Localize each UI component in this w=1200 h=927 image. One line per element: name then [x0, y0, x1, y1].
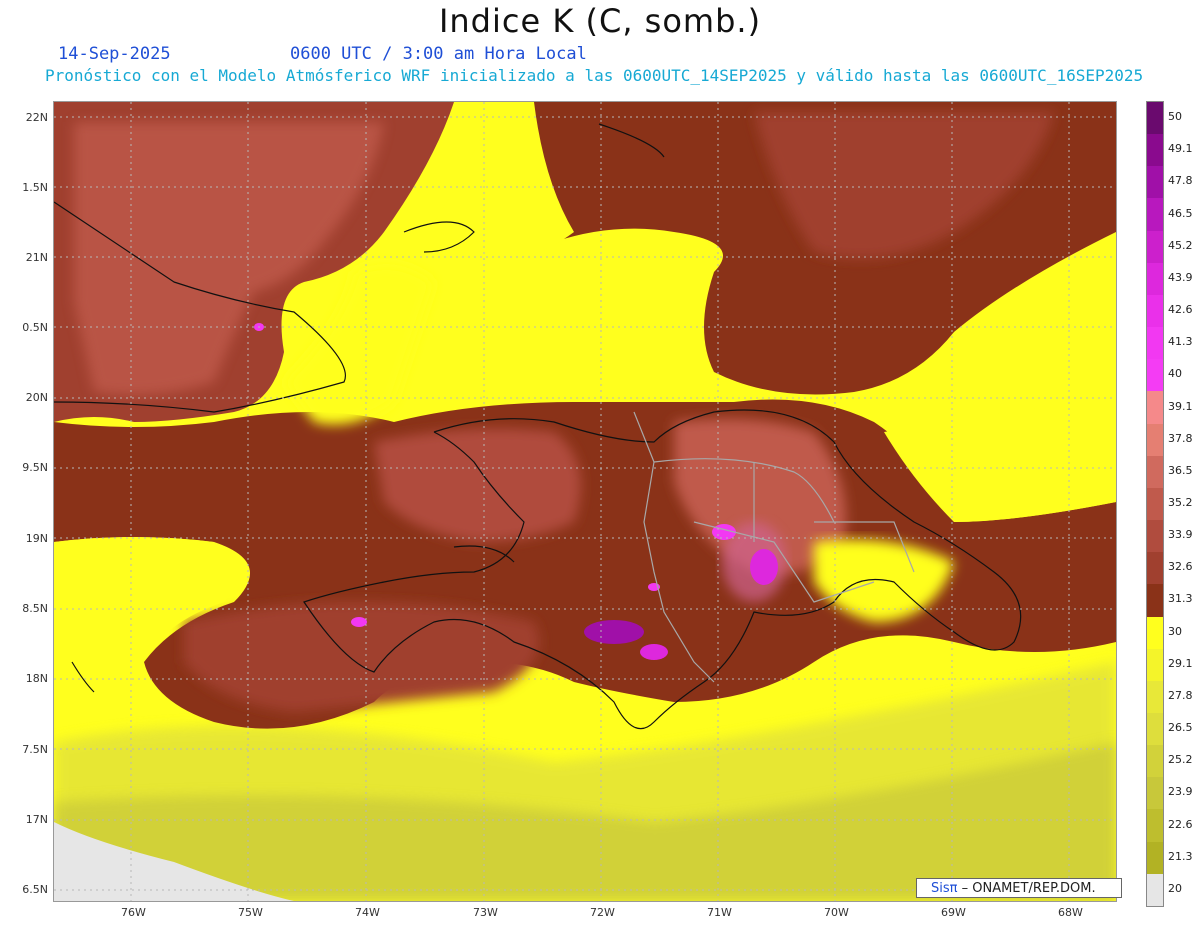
colorbar-swatch [1147, 134, 1163, 167]
colorbar-label: 21.3 [1168, 849, 1193, 863]
colorbar-swatch [1147, 294, 1163, 328]
colorbar-label: 47.8 [1168, 174, 1193, 188]
colorbar-swatch [1147, 262, 1163, 295]
credit-text: – ONAMET/REP.DOM. [961, 881, 1096, 896]
lon-label: 74W [355, 906, 380, 919]
sispi-logo: Sisπ [931, 881, 958, 896]
lat-label: 9.5N [22, 461, 48, 474]
colorbar-label: 20 [1168, 881, 1182, 895]
colorbar-label: 25.2 [1168, 753, 1193, 767]
colorbar-swatch [1147, 680, 1163, 713]
lon-label: 71W [707, 906, 732, 919]
forecast-date: 14-Sep-2025 [58, 44, 171, 64]
colorbar-label: 46.5 [1168, 206, 1193, 220]
colorbar-label: 32.6 [1168, 560, 1193, 574]
colorbar [1146, 101, 1164, 907]
colorbar-swatch [1147, 616, 1163, 649]
lat-label: 8.5N [22, 602, 48, 615]
forecast-time: 0600 UTC / 3:00 am Hora Local [290, 44, 587, 64]
lat-label: 17N [25, 813, 48, 826]
colorbar-label: 41.3 [1168, 335, 1193, 349]
colorbar-swatch [1147, 166, 1163, 199]
lat-label: 18N [25, 672, 48, 685]
colorbar-label: 30 [1168, 624, 1182, 638]
lat-label: 19N [25, 532, 48, 545]
colorbar-label: 22.6 [1168, 817, 1193, 831]
colorbar-swatch [1147, 552, 1163, 585]
colorbar-label: 31.3 [1168, 592, 1193, 606]
colorbar-swatch [1147, 230, 1163, 263]
colorbar-label: 35.2 [1168, 496, 1193, 509]
lon-label: 70W [824, 906, 849, 919]
lat-label: 1.5N [22, 181, 48, 194]
colorbar-swatch [1147, 809, 1163, 842]
colorbar-swatch [1147, 745, 1163, 778]
hotspot-cordillera-central [750, 549, 778, 585]
colorbar-swatch [1147, 487, 1163, 521]
colorbar-swatch [1147, 648, 1163, 681]
colorbar-label: 29.1 [1168, 656, 1193, 670]
colorbar-swatch [1147, 359, 1163, 392]
colorbar-label: 33.9 [1168, 528, 1193, 542]
lon-label: 69W [941, 906, 966, 919]
lat-label: 0.5N [22, 321, 48, 334]
colorbar-swatch [1147, 873, 1163, 906]
lat-label: 7.5N [22, 743, 48, 756]
colorbar-label: 40 [1168, 367, 1182, 381]
lat-label: 22N [25, 111, 48, 124]
colorbar-swatch [1147, 584, 1163, 617]
colorbar-label: 45.2 [1168, 238, 1193, 252]
colorbar-swatch [1147, 327, 1163, 360]
lat-label: 6.5N [22, 883, 48, 896]
colorbar-swatch [1147, 841, 1163, 874]
k-index-field [54, 102, 1116, 901]
map-area [53, 101, 1117, 902]
lon-label: 72W [590, 906, 615, 919]
colorbar-label: 43.9 [1168, 270, 1193, 284]
colorbar-label: 36.5 [1168, 463, 1193, 477]
colorbar-swatch [1147, 198, 1163, 231]
colorbar-label: 27.8 [1168, 688, 1193, 702]
lon-label: 68W [1058, 906, 1083, 919]
colorbar-label: 37.8 [1168, 431, 1193, 445]
colorbar-swatch [1147, 455, 1163, 488]
colorbar-label: 50 [1168, 110, 1182, 124]
colorbar-swatch [1147, 423, 1163, 456]
lat-label: 20N [25, 391, 48, 404]
colorbar-label: 49.1 [1168, 142, 1193, 156]
forecast-description: Pronóstico con el Modelo Atmósferico WRF… [45, 66, 1144, 85]
credit-box: Sisπ – ONAMET/REP.DOM. [916, 878, 1122, 898]
hotspot-southwest [584, 620, 644, 644]
colorbar-label: 26.5 [1168, 721, 1193, 735]
colorbar-swatch [1147, 102, 1163, 135]
colorbar-label: 39.1 [1168, 399, 1193, 413]
colorbar-swatch [1147, 391, 1163, 424]
colorbar-label: 42.6 [1168, 303, 1193, 317]
lon-label: 75W [238, 906, 263, 919]
colorbar-swatch [1147, 520, 1163, 553]
map-title: Indice K (C, somb.) [438, 2, 762, 40]
colorbar-label: 23.9 [1168, 785, 1193, 799]
lat-label: 21N [25, 251, 48, 264]
colorbar-swatch [1147, 712, 1163, 746]
lon-label: 76W [121, 906, 146, 919]
colorbar-swatch [1147, 777, 1163, 810]
lon-label: 73W [473, 906, 498, 919]
